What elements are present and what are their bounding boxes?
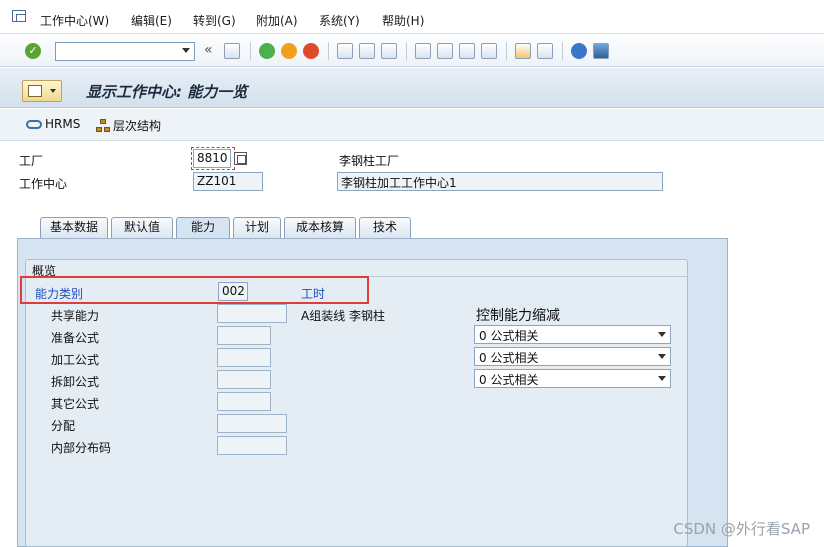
control-reduction-title: 控制能力缩减 xyxy=(476,308,560,324)
menu-goto[interactable]: 转到(G) xyxy=(193,12,236,29)
hierarchy-icon xyxy=(96,118,110,133)
find-next-icon[interactable] xyxy=(381,43,397,59)
menu-extras[interactable]: 附加(A) xyxy=(256,12,298,29)
print-icon[interactable] xyxy=(337,43,353,59)
back-icon[interactable] xyxy=(259,43,275,59)
chevron-down-icon xyxy=(50,89,56,93)
plant-focus-marker xyxy=(191,147,235,170)
copy-icon[interactable] xyxy=(234,152,247,165)
teardown-reduction-dropdown[interactable]: 0 公式相关 xyxy=(474,369,671,388)
toolbar-separator xyxy=(250,42,251,60)
hrms-label: HRMS xyxy=(45,117,81,131)
shortcut-icon[interactable] xyxy=(537,43,553,59)
standard-toolbar: ✓ « xyxy=(0,35,824,67)
tab-costing[interactable]: 成本核算 xyxy=(284,217,356,238)
plant-label: 工厂 xyxy=(19,154,44,168)
last-page-icon[interactable] xyxy=(481,43,497,59)
tab-capacities[interactable]: 能力 xyxy=(176,217,230,239)
chevron-down-icon xyxy=(658,332,666,337)
next-page-icon[interactable] xyxy=(459,43,475,59)
hierarchy-label: 层次结构 xyxy=(113,119,162,133)
processing-formula-field[interactable] xyxy=(217,348,271,367)
menu-bar: 工作中心(W) 编辑(E) 转到(G) 附加(A) 系统(Y) 帮助(H) xyxy=(0,0,824,34)
toolbar-separator xyxy=(562,42,563,60)
other-formula-field[interactable] xyxy=(217,392,271,411)
command-field[interactable] xyxy=(55,42,195,61)
previous-page-icon[interactable] xyxy=(437,43,453,59)
workcenter-label: 工作中心 xyxy=(19,177,68,191)
menu-help[interactable]: 帮助(H) xyxy=(382,12,424,29)
find-icon[interactable] xyxy=(359,43,375,59)
setup-reduction-value: 0 公式相关 xyxy=(479,329,539,343)
save-icon[interactable] xyxy=(224,43,240,59)
menu-edit[interactable]: 编辑(E) xyxy=(131,12,172,29)
window-menu-icon[interactable] xyxy=(12,10,26,22)
cancel-icon[interactable] xyxy=(303,43,319,59)
other-object-button[interactable] xyxy=(22,80,62,102)
workcenter-description-field: 李钢柱加工工作中心1 xyxy=(337,172,663,191)
setup-reduction-dropdown[interactable]: 0 公式相关 xyxy=(474,325,671,344)
exit-icon[interactable] xyxy=(281,43,297,59)
menu-workcenter[interactable]: 工作中心(W) xyxy=(40,12,109,29)
pooled-capacity-field[interactable] xyxy=(217,304,287,323)
hrms-button[interactable]: HRMS xyxy=(26,117,80,131)
collapse-command-icon[interactable]: « xyxy=(204,42,213,58)
chevron-down-icon xyxy=(658,376,666,381)
processing-formula-label: 加工公式 xyxy=(51,353,100,367)
title-bar: 显示工作中心: 能力一览 xyxy=(0,68,824,108)
enter-check-icon[interactable]: ✓ xyxy=(25,43,41,59)
tab-basic-data[interactable]: 基本数据 xyxy=(40,217,108,238)
tab-technical-data[interactable]: 技术 xyxy=(359,217,411,238)
tab-default-values[interactable]: 默认值 xyxy=(111,217,173,238)
glasses-icon xyxy=(28,85,42,97)
chevron-down-icon xyxy=(658,354,666,359)
setup-formula-field[interactable] xyxy=(217,326,271,345)
toolbar-separator xyxy=(328,42,329,60)
internal-distribution-label: 内部分布码 xyxy=(51,441,112,455)
tab-scheduling[interactable]: 计划 xyxy=(233,217,281,238)
teardown-reduction-value: 0 公式相关 xyxy=(479,373,539,387)
link-icon xyxy=(26,119,42,129)
page-title: 显示工作中心: 能力一览 xyxy=(86,83,248,101)
teardown-formula-field[interactable] xyxy=(217,370,271,389)
watermark: CSDN @外行看SAP xyxy=(673,520,810,538)
workcenter-field[interactable]: ZZ101 xyxy=(193,172,263,191)
processing-reduction-dropdown[interactable]: 0 公式相关 xyxy=(474,347,671,366)
pooled-capacity-label: 共享能力 xyxy=(51,309,100,323)
toolbar-separator xyxy=(406,42,407,60)
pooled-capacity-text: A组装线 李钢柱 xyxy=(301,309,386,323)
distribution-label: 分配 xyxy=(51,419,76,433)
help-icon[interactable] xyxy=(571,43,587,59)
highlight-box xyxy=(20,276,369,304)
distribution-field[interactable] xyxy=(217,414,287,433)
teardown-formula-label: 拆卸公式 xyxy=(51,375,100,389)
other-formula-label: 其它公式 xyxy=(51,397,100,411)
setup-formula-label: 准备公式 xyxy=(51,331,100,345)
menu-system[interactable]: 系统(Y) xyxy=(319,12,360,29)
customize-layout-icon[interactable] xyxy=(593,43,609,59)
internal-distribution-field[interactable] xyxy=(217,436,287,455)
plant-description: 李钢柱工厂 xyxy=(339,154,400,168)
toolbar-separator xyxy=(506,42,507,60)
processing-reduction-value: 0 公式相关 xyxy=(479,351,539,365)
hierarchy-button[interactable]: 层次结构 xyxy=(96,117,161,134)
first-page-icon[interactable] xyxy=(415,43,431,59)
command-dropdown-icon[interactable] xyxy=(182,48,190,53)
create-session-icon[interactable] xyxy=(515,43,531,59)
application-toolbar: HRMS 层次结构 xyxy=(0,109,824,141)
